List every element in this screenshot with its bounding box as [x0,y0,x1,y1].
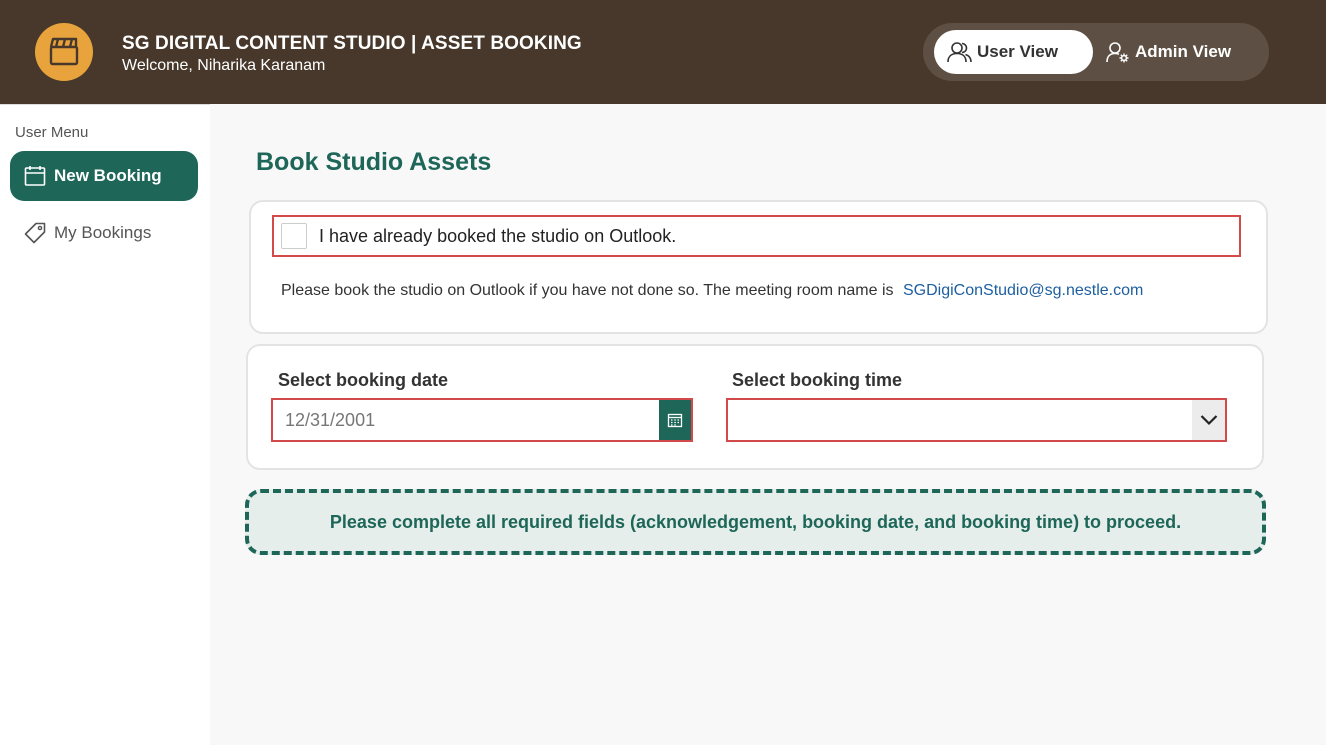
view-toggle: User View Admin View [923,23,1269,81]
acknowledgement-checkbox[interactable] [281,223,307,249]
users-icon [947,42,972,63]
admin-view-label: Admin View [1135,42,1232,61]
meeting-room-email-link[interactable]: SGDigiConStudio@sg.nestle.com [903,282,1143,299]
acknowledgement-checkbox-row[interactable]: I have already booked the studio on Outl… [272,215,1241,257]
calendar-icon [667,413,683,428]
booking-date-label: Select booking date [278,370,449,390]
user-view-button[interactable]: User View [934,30,1093,74]
sidebar: User Menu New Booking My Bookings [0,104,210,745]
sidebar-divider [0,104,210,105]
admin-view-button[interactable]: Admin View [1103,30,1253,74]
sidebar-item-label: My Bookings [54,223,152,242]
acknowledgement-label: I have already booked the studio on Outl… [319,225,677,246]
calendar-icon [24,166,46,186]
user-view-label: User View [977,42,1058,61]
user-gear-icon [1106,42,1129,63]
booking-date-field [271,398,693,442]
clapperboard-icon [49,37,79,66]
validation-notice: Please complete all required fields (ack… [245,489,1266,555]
app-logo [35,23,93,81]
booking-date-input[interactable] [273,400,659,440]
outlook-hint: Please book the studio on Outlook if you… [281,282,1143,300]
app-title: SG DIGITAL CONTENT STUDIO | ASSET BOOKIN… [122,33,582,54]
dropdown-toggle[interactable] [1192,400,1225,440]
chevron-down-icon [1200,415,1217,426]
sidebar-item-my-bookings[interactable]: My Bookings [10,208,198,258]
sidebar-item-label: New Booking [54,166,162,185]
user-menu-heading: User Menu [15,124,89,141]
tag-icon [24,222,46,244]
welcome-message: Welcome, Niharika Karanam [122,57,326,74]
booking-time-dropdown[interactable] [726,398,1227,442]
hint-text: Please book the studio on Outlook if you… [281,282,894,299]
app-header: SG DIGITAL CONTENT STUDIO | ASSET BOOKIN… [0,0,1326,104]
booking-time-label: Select booking time [732,370,903,390]
page-title: Book Studio Assets [256,148,492,176]
sidebar-item-new-booking[interactable]: New Booking [10,151,198,201]
date-picker-button[interactable] [659,400,691,440]
